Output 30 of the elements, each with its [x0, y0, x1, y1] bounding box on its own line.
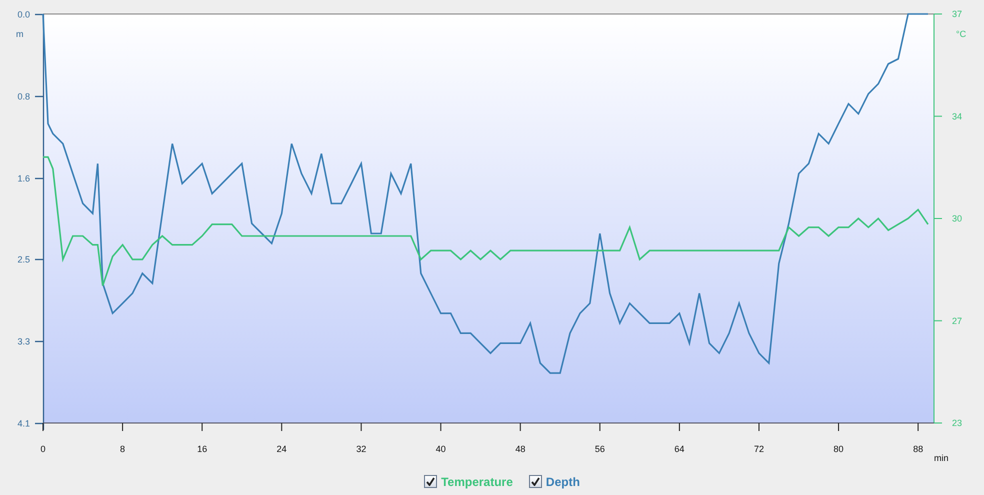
tick-label: 1.6 — [17, 174, 30, 184]
legend-label: Depth — [546, 474, 580, 490]
tick-label: 72 — [754, 444, 764, 454]
tick-label: 32 — [356, 444, 366, 454]
tick-label: 2.5 — [17, 254, 30, 264]
tick-label: 0.0 — [17, 10, 30, 20]
tick-label: 48 — [515, 444, 526, 454]
tick-label: 0 — [40, 444, 46, 454]
tick-label: 0.8 — [17, 92, 30, 102]
checkbox[interactable] — [424, 475, 438, 488]
legend-label: Temperature — [441, 474, 513, 490]
tick-label: 8 — [120, 444, 126, 454]
axis-unit: m — [16, 29, 24, 39]
tick-label: 40 — [436, 444, 446, 454]
tick-label: 64 — [674, 444, 684, 454]
axis-unit: min — [934, 453, 949, 463]
tick-label: 3.3 — [17, 336, 30, 346]
tick-label: 27 — [952, 316, 962, 326]
tick-label: 56 — [594, 444, 605, 454]
checkbox[interactable] — [528, 475, 542, 488]
tick-label: 24 — [276, 444, 287, 454]
tick-label: 80 — [834, 444, 844, 454]
tick-label: 16 — [197, 444, 208, 454]
tick-label: 88 — [913, 444, 924, 454]
tick-label: 4.1 — [17, 418, 30, 428]
tick-label: 30 — [952, 214, 962, 224]
tick-label: 23 — [952, 418, 962, 428]
axis-unit: °C — [956, 29, 966, 39]
tick-label: 34 — [952, 111, 962, 122]
tick-label: 37 — [952, 9, 962, 19]
